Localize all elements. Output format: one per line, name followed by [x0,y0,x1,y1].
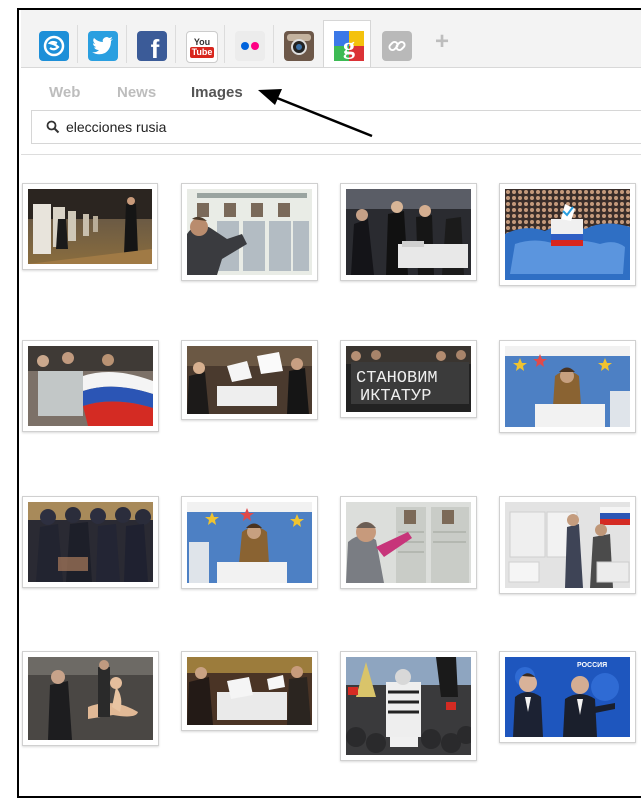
browser-frame: f You Tube g + Web News Images eleccione… [17,8,641,798]
search-type-images[interactable]: Images [191,84,243,101]
tab-facebook[interactable]: f [127,22,175,68]
instagram-icon [284,31,314,61]
tab-skype[interactable] [29,22,77,68]
image-result[interactable] [499,340,636,433]
protest-banner-line-2: ИКТАТУР [360,387,431,406]
result-thumbnail [505,346,630,427]
image-result[interactable] [499,183,636,286]
image-result[interactable] [340,651,477,761]
image-result[interactable] [22,651,159,746]
result-thumbnail [505,502,630,588]
result-thumbnail [505,189,630,280]
search-panel: Web News Images elecciones rusia [21,68,641,163]
image-result[interactable]: РОССИЯ [499,651,636,743]
result-thumbnail [28,189,152,264]
facebook-icon: f [137,31,167,64]
add-tab-plus-icon[interactable]: + [435,28,449,56]
google-icon: g [334,31,364,61]
service-tab-bar: f You Tube g + [21,10,641,68]
result-thumbnail [28,657,153,740]
result-thumbnail [187,346,312,414]
tab-twitter[interactable] [78,22,126,68]
result-thumbnail [346,657,471,755]
result-thumbnail: РОССИЯ [505,657,630,737]
image-result[interactable] [181,183,318,281]
protest-banner-line-1: СТАНОВИМ [356,369,438,388]
image-result[interactable] [499,496,636,594]
result-thumbnail [346,502,471,583]
twitter-icon [88,31,118,61]
result-thumbnail [346,189,471,275]
search-type-web[interactable]: Web [49,84,80,101]
image-result[interactable] [22,340,159,432]
medvedev-banner-text: РОССИЯ [577,662,607,669]
result-thumbnail [28,346,153,426]
search-type-news[interactable]: News [117,84,156,101]
panel-divider [21,154,641,155]
search-input[interactable]: elecciones rusia [31,110,641,144]
result-thumbnail: СТАНОВИМ ИКТАТУР [346,346,471,412]
link-icon [382,31,412,61]
tab-link[interactable] [372,22,420,68]
result-thumbnail [28,502,153,582]
image-result[interactable] [181,340,318,420]
image-result[interactable] [340,496,477,589]
youtube-icon: You Tube [186,31,218,63]
result-thumbnail [187,657,312,725]
result-thumbnail [187,502,312,583]
flickr-icon [235,31,265,61]
image-result[interactable]: СТАНОВИМ ИКТАТУР [340,340,477,418]
tab-instagram[interactable] [274,22,322,68]
image-result[interactable] [181,651,318,731]
skype-icon [39,31,69,61]
tab-flickr[interactable] [225,22,273,68]
search-query-text: elecciones rusia [66,119,167,135]
image-result[interactable] [181,496,318,589]
tab-google[interactable]: g [323,20,371,67]
svg-text:g: g [343,34,355,60]
image-result[interactable] [22,183,158,270]
tab-youtube[interactable]: You Tube [176,22,224,68]
image-result[interactable] [22,496,159,588]
search-icon [46,120,60,139]
image-result[interactable] [340,183,477,281]
result-thumbnail [187,189,312,275]
